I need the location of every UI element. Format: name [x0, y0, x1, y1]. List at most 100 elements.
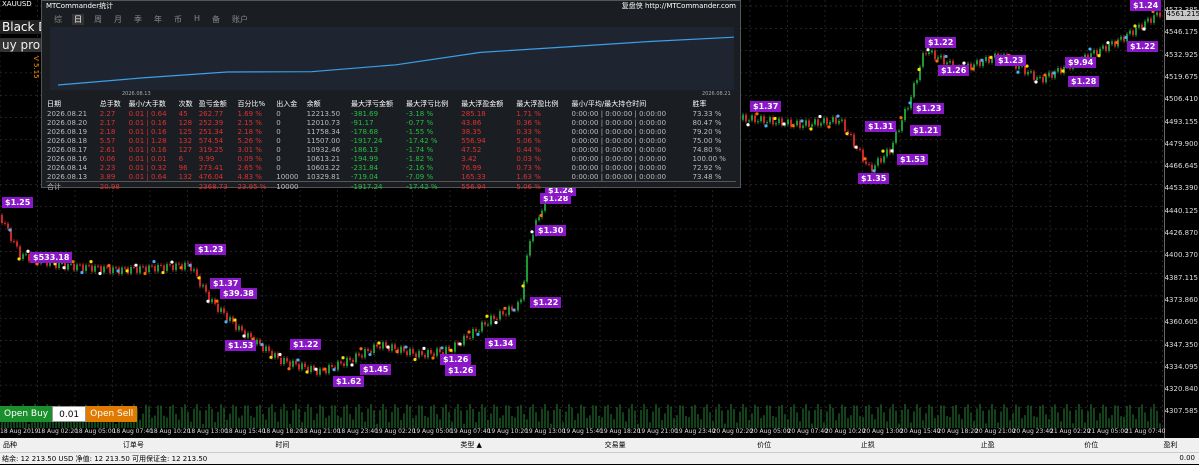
- trade-marker: [440, 346, 444, 350]
- stats-col-header[interactable]: 最小/大手数: [128, 99, 178, 109]
- candle-body: [1057, 68, 1059, 72]
- volume-bar: [1102, 404, 1104, 428]
- stats-col-header[interactable]: 最大浮亏比例: [405, 99, 460, 109]
- volume-bar: [433, 404, 435, 428]
- stats-col-header[interactable]: 百分比%: [236, 99, 275, 109]
- terminal-column-header[interactable]: 止盈: [978, 438, 1082, 452]
- volume-bar: [889, 408, 891, 428]
- stats-col-header[interactable]: 最小/平均/最大持仓时间: [571, 99, 692, 109]
- stats-cell: 43.86: [461, 118, 482, 127]
- stats-col-header[interactable]: 总手数: [99, 99, 128, 109]
- terminal-panel: 品种 订单号 时间 类型 ▲ 交易量 价位 止损 止盈 价位 盈利 结余: 12 213.50 U…: [0, 438, 1199, 464]
- terminal-column-header[interactable]: 价位: [754, 438, 858, 452]
- trade-marker: [755, 112, 759, 116]
- volume-bar: [775, 417, 777, 428]
- stats-tab[interactable]: 年: [152, 14, 164, 25]
- terminal-column-header[interactable]: 价位: [1081, 438, 1160, 452]
- terminal-column-header[interactable]: 交易量: [602, 438, 754, 452]
- volume-bar: [670, 406, 672, 428]
- volume-bar: [799, 421, 801, 428]
- volume-bar: [694, 404, 696, 428]
- terminal-column-header[interactable]: 类型 ▲: [457, 438, 601, 452]
- volume-bar: [295, 404, 297, 428]
- stats-cell: 0: [276, 163, 281, 172]
- candle-body: [166, 264, 168, 271]
- stats-col-header[interactable]: 出入金: [275, 99, 305, 109]
- stats-tab[interactable]: 月: [112, 14, 124, 25]
- stats-tab[interactable]: H: [192, 14, 202, 25]
- volume-bar: [763, 415, 765, 428]
- candle-body: [508, 306, 510, 315]
- volume-bar: [400, 419, 402, 428]
- stats-col-header[interactable]: 日期: [46, 99, 99, 109]
- volume-bar: [832, 407, 834, 428]
- open-buy-button[interactable]: Open Buy: [0, 406, 53, 422]
- open-sell-button[interactable]: Open Sell: [86, 406, 138, 422]
- candle-body: [1102, 45, 1104, 49]
- candle-body: [1150, 18, 1152, 23]
- stats-tab[interactable]: 币: [172, 14, 184, 25]
- candle-body: [151, 265, 153, 267]
- trade-marker: [1061, 69, 1065, 73]
- stats-cell: -194.99: [351, 154, 379, 163]
- stats-link[interactable]: 复盘侠 http://MTCommander.com: [622, 1, 736, 11]
- candle-body: [13, 240, 15, 242]
- candle-body: [463, 335, 465, 345]
- stats-total-row: 合计 20.98 2368.73 23.95 % 10000 -1917.24 -17.42…: [46, 181, 736, 192]
- volume-bar: [253, 417, 255, 428]
- stats-cell: -1.82 %: [406, 154, 434, 163]
- candle-body: [361, 355, 363, 358]
- volume-bar: [646, 409, 648, 428]
- current-price-label: 4561.215: [1166, 10, 1199, 20]
- volume-bar: [586, 417, 588, 428]
- candle-body: [1048, 72, 1050, 77]
- stats-col-header[interactable]: 余额: [306, 99, 350, 109]
- stats-tab[interactable]: 综: [52, 14, 64, 25]
- stats-tab[interactable]: 周: [92, 14, 104, 25]
- candle-body: [301, 363, 303, 370]
- stats-cell: 2026.08.16: [47, 154, 88, 163]
- stats-tab[interactable]: 备: [210, 14, 222, 25]
- lot-input[interactable]: 0.01: [52, 406, 87, 422]
- stats-col-header[interactable]: 次数: [178, 99, 198, 109]
- terminal-column-header[interactable]: 订单号: [120, 438, 272, 452]
- terminal-column-header[interactable]: 止损: [858, 438, 978, 452]
- stats-cell: -1917.24: [350, 181, 406, 192]
- candle-body: [862, 149, 864, 162]
- stats-col-header[interactable]: 盈亏金额: [198, 99, 237, 109]
- time-tick: 20 Aug 23:40: [1012, 428, 1053, 435]
- candle-body: [391, 344, 393, 351]
- stats-tab[interactable]: 季: [132, 14, 144, 25]
- stats-tab[interactable]: 账户: [230, 14, 250, 25]
- trade-marker: [107, 264, 111, 268]
- trade-marker: [899, 116, 903, 120]
- candle-body: [880, 158, 882, 163]
- terminal-column-header[interactable]: 时间: [272, 438, 457, 452]
- stats-cell: 100.00 %: [692, 154, 726, 163]
- volume-bar: [346, 404, 348, 428]
- stats-col-header[interactable]: 最大浮盈金额: [460, 99, 515, 109]
- terminal-column-header[interactable]: 盈利: [1160, 438, 1199, 452]
- candle-body: [934, 50, 936, 60]
- stats-cell: 0: [276, 109, 281, 118]
- stats-col-header[interactable]: 最大浮盈比例: [515, 99, 570, 109]
- stats-col-header[interactable]: 胜率: [692, 99, 736, 109]
- price-tick: 4546.175: [1164, 28, 1198, 37]
- stats-cell: 20.98: [98, 181, 128, 192]
- stats-title: MTCommander统计: [46, 2, 114, 10]
- candle-body: [835, 117, 837, 124]
- candle-body: [505, 314, 507, 316]
- volume-bar: [208, 404, 210, 428]
- volume-bar: [922, 420, 924, 428]
- terminal-column-header[interactable]: 品种: [0, 438, 120, 452]
- candle-body: [346, 357, 348, 366]
- volume-bar: [580, 404, 582, 428]
- trade-marker: [836, 114, 840, 118]
- stats-col-header[interactable]: 最大浮亏金额: [350, 99, 405, 109]
- stats-cell: 2368.73: [197, 181, 237, 192]
- candle-body: [1045, 76, 1047, 83]
- volume-bar: [859, 416, 861, 428]
- stats-tab[interactable]: 日: [72, 14, 84, 25]
- candle-body: [193, 269, 195, 271]
- stats-row: 2026.08.20 2.17 0.01 | 0.16 128 252.39 2.15 %…: [46, 118, 736, 127]
